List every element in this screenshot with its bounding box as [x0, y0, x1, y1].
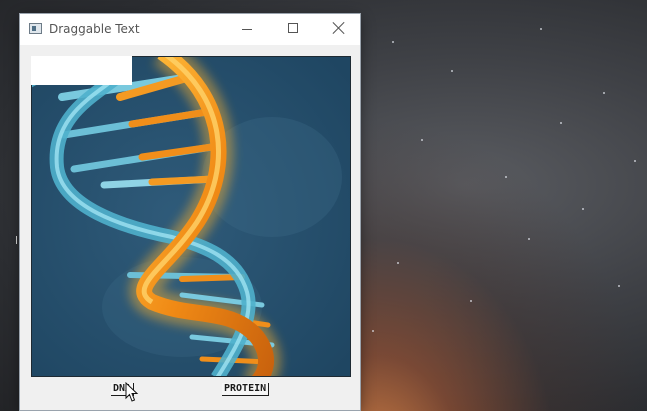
mouse-cursor-icon	[125, 382, 139, 402]
dna-helix-icon	[32, 57, 350, 376]
client-area: DNA PROTEIN	[20, 45, 360, 410]
dna-helix-image	[31, 56, 351, 377]
maximize-button[interactable]	[270, 14, 316, 45]
maximize-icon	[288, 23, 298, 33]
app-icon	[29, 23, 42, 34]
protein-label[interactable]: PROTEIN	[222, 383, 270, 396]
app-window: Draggable Text DNA PROTEIN	[20, 14, 360, 410]
window-title: Draggable Text	[49, 22, 140, 36]
close-icon	[333, 22, 345, 34]
minimize-icon	[242, 29, 252, 30]
minimize-button[interactable]	[224, 14, 270, 45]
blank-region	[31, 56, 132, 85]
close-button[interactable]	[316, 14, 362, 45]
title-bar[interactable]: Draggable Text	[20, 14, 360, 45]
